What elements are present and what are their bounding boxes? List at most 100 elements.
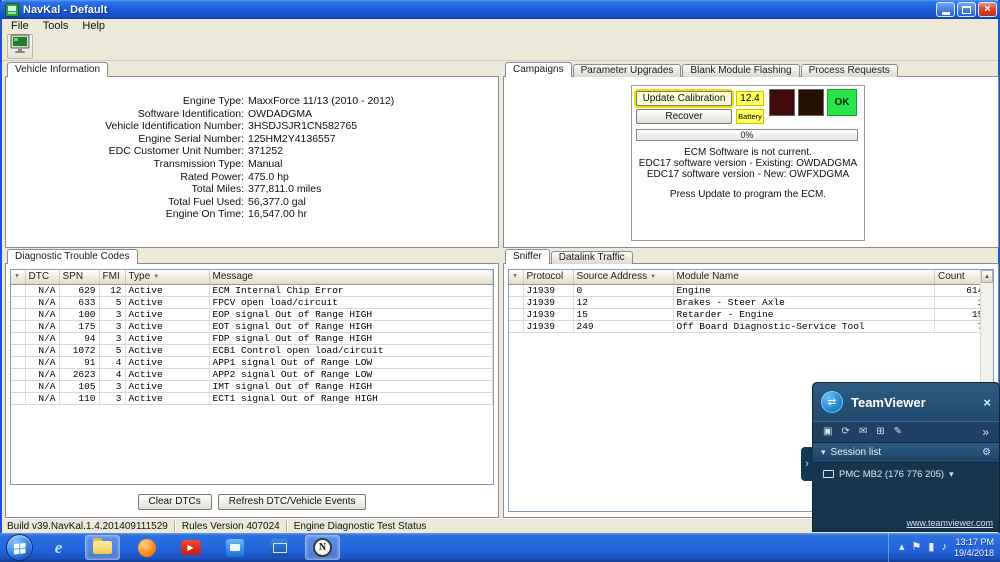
sniffer-row[interactable]: J1939249Off Board Diagnostic-Service Too… xyxy=(509,320,993,332)
taskbar-folder-icon[interactable] xyxy=(85,535,120,560)
teamviewer-header[interactable]: ⇄ TeamViewer × xyxy=(813,383,999,421)
menu-item-help[interactable]: Help xyxy=(75,20,112,32)
maximize-button[interactable] xyxy=(957,2,976,17)
flash-progress-bar: 0% xyxy=(636,129,858,141)
dtc-cell-fmi: 3 xyxy=(99,392,125,404)
tab-process-requests[interactable]: Process Requests xyxy=(801,64,898,77)
remote-desktop-icon xyxy=(270,539,288,557)
dtc-cell-dtc: N/A xyxy=(25,320,59,332)
sniffer-col-protocol-header[interactable]: Protocol xyxy=(523,270,573,284)
tab-vehicle-information[interactable]: Vehicle Information xyxy=(7,62,108,77)
clear-dtcs-button[interactable]: Clear DTCs xyxy=(138,494,212,510)
tray-flag-icon[interactable]: ⚑ xyxy=(912,542,922,553)
taskbar-messenger-icon[interactable] xyxy=(217,535,252,560)
dtc-cell-dtc: N/A xyxy=(25,368,59,380)
dtc-row[interactable]: N/A62912ActiveECM Internal Chip Error xyxy=(11,284,493,296)
campaigns-box: Update Calibration 12.4 Recover Battery … xyxy=(503,76,999,248)
tab-parameter-upgrades[interactable]: Parameter Upgrades xyxy=(573,64,682,77)
dtc-filter-header[interactable]: ▼ xyxy=(11,270,25,284)
field-label: Engine Serial Number: xyxy=(6,133,248,146)
sniffer-filter-header[interactable]: ▼ xyxy=(509,270,523,284)
scroll-up-icon[interactable]: ▲ xyxy=(981,270,993,283)
dtc-grid: ▼ DTCSPNFMIType▼Message N/A62912ActiveEC… xyxy=(10,269,494,485)
teamviewer-website-link[interactable]: www.teamviewer.com xyxy=(906,518,993,528)
tray-volume-icon[interactable]: ♪ xyxy=(941,542,947,553)
dtc-row[interactable]: N/A1003ActiveEOP signal Out of Range HIG… xyxy=(11,308,493,320)
more-icon[interactable]: » xyxy=(982,426,989,438)
taskbar-internet-explorer-icon[interactable]: e xyxy=(41,535,76,560)
connect-tool-button[interactable] xyxy=(7,34,33,59)
tab-datalink-traffic[interactable]: Datalink Traffic xyxy=(551,251,633,264)
tab-blank-module-flashing[interactable]: Blank Module Flashing xyxy=(682,64,799,77)
sniffer-cell-protocol: J1939 xyxy=(523,320,573,332)
dtc-col-spn-header[interactable]: SPN xyxy=(59,270,99,284)
dtc-col-dtc-header[interactable]: DTC xyxy=(25,270,59,284)
dtc-row[interactable]: N/A1053ActiveIMT signal Out of Range HIG… xyxy=(11,380,493,392)
dtc-row[interactable]: N/A914ActiveAPP1 signal Out of Range LOW xyxy=(11,356,493,368)
taskbar-remote-desktop-icon[interactable] xyxy=(261,535,296,560)
dtc-cell-dtc: N/A xyxy=(25,356,59,368)
computer-icon xyxy=(823,470,834,478)
dtc-header-row: ▼ DTCSPNFMIType▼Message xyxy=(11,270,493,284)
vehicle-info-row: EDC Customer Unit Number:371252 xyxy=(6,145,498,158)
start-button[interactable] xyxy=(6,534,33,561)
filter-icon: ▼ xyxy=(14,274,20,280)
sniffer-row[interactable]: J19390Engine6146 xyxy=(509,284,993,296)
taskbar-navkal-icon[interactable]: N xyxy=(305,535,340,560)
dtc-row[interactable]: N/A1753ActiveEOT signal Out of Range HIG… xyxy=(11,320,493,332)
dtc-col-message-header[interactable]: Message xyxy=(209,270,493,284)
tab-sniffer[interactable]: Sniffer xyxy=(505,249,550,264)
dtc-row[interactable]: N/A1103ActiveECT1 signal Out of Range HI… xyxy=(11,392,493,404)
recover-button[interactable]: Recover xyxy=(636,109,732,124)
dtc-row[interactable]: N/A6335ActiveFPCV open load/circuit xyxy=(11,296,493,308)
taskbar-clock[interactable]: 13:17 PM 19/4/2018 xyxy=(954,537,994,559)
chevron-down-icon[interactable]: ▾ xyxy=(949,469,954,480)
sniffer-cell-protocol: J1939 xyxy=(523,284,573,296)
minimize-button[interactable] xyxy=(936,2,955,17)
dtc-cell-dtc: N/A xyxy=(25,392,59,404)
title-bar[interactable]: NavKal - Default × xyxy=(0,0,1000,19)
maximize-icon xyxy=(962,6,971,14)
teamviewer-session-list-header[interactable]: ▾ Session list ⚙ xyxy=(813,443,999,463)
menu-item-tools[interactable]: Tools xyxy=(36,20,76,32)
dtc-col-type-header[interactable]: Type▼ xyxy=(125,270,209,284)
menu-item-file[interactable]: File xyxy=(4,20,36,32)
dtc-cell-message: ECB1 Control open load/circuit xyxy=(209,344,493,356)
folder-icon xyxy=(93,541,112,554)
dtc-row[interactable]: N/A26234ActiveAPP2 signal Out of Range L… xyxy=(11,368,493,380)
taskbar-media-player-icon[interactable] xyxy=(129,535,164,560)
dtc-row[interactable]: N/A943ActiveFDP signal Out of Range HIGH xyxy=(11,332,493,344)
tray-battery-icon[interactable]: ▮ xyxy=(928,542,934,553)
battery-label: Battery xyxy=(736,109,764,124)
tray-chevron-icon[interactable]: ▴ xyxy=(899,542,905,553)
grid-icon[interactable]: ⊞ xyxy=(876,427,884,437)
status-separator xyxy=(286,521,288,532)
gear-icon[interactable]: ⚙ xyxy=(982,448,991,458)
close-button[interactable]: × xyxy=(978,2,997,17)
sort-icon: ▼ xyxy=(650,274,656,280)
sniffer-row[interactable]: J193915Retarder - Engine155 xyxy=(509,308,993,320)
dtc-cell-spn: 110 xyxy=(59,392,99,404)
dtc-row[interactable]: N/A10725ActiveECB1 Control open load/cir… xyxy=(11,344,493,356)
refresh-dtc-button[interactable]: Refresh DTC/Vehicle Events xyxy=(218,494,367,510)
dtc-col-fmi-header[interactable]: FMI xyxy=(99,270,125,284)
tab-diagnostic-trouble-codes[interactable]: Diagnostic Trouble Codes xyxy=(7,249,138,264)
sniffer-row[interactable]: J193912Brakes - Steer Axle15 xyxy=(509,296,993,308)
sniffer-col-module-name-header[interactable]: Module Name xyxy=(673,270,935,284)
status-build: Build v39.NavKal.1.4.201409111529 xyxy=(7,521,168,532)
refresh-icon[interactable]: ⟳ xyxy=(841,427,849,437)
field-label: Transmission Type: xyxy=(6,158,248,171)
desktop: NavKal - Default × FileToolsHelp Vehicle… xyxy=(0,0,1000,562)
teamviewer-collapse-handle[interactable]: › xyxy=(801,447,813,481)
campaigns-tab-bar: CampaignsParameter UpgradesBlank Module … xyxy=(503,63,899,77)
tab-campaigns[interactable]: Campaigns xyxy=(505,62,572,77)
update-calibration-button[interactable]: Update Calibration xyxy=(636,91,732,106)
monitor-icon[interactable]: ▣ xyxy=(823,427,832,437)
teamviewer-session-item[interactable]: PMC MB2 (176 776 205) ▾ xyxy=(813,463,999,485)
chat-icon[interactable]: ✉ xyxy=(859,427,867,437)
teamviewer-close-icon[interactable]: × xyxy=(983,395,991,410)
sniffer-col-source-address-header[interactable]: Source Address▼ xyxy=(573,270,673,284)
taskbar-video-app-icon[interactable]: ▶ xyxy=(173,535,208,560)
pencil-icon[interactable]: ✎ xyxy=(894,427,902,437)
status-test-status: Engine Diagnostic Test Status xyxy=(294,521,427,532)
